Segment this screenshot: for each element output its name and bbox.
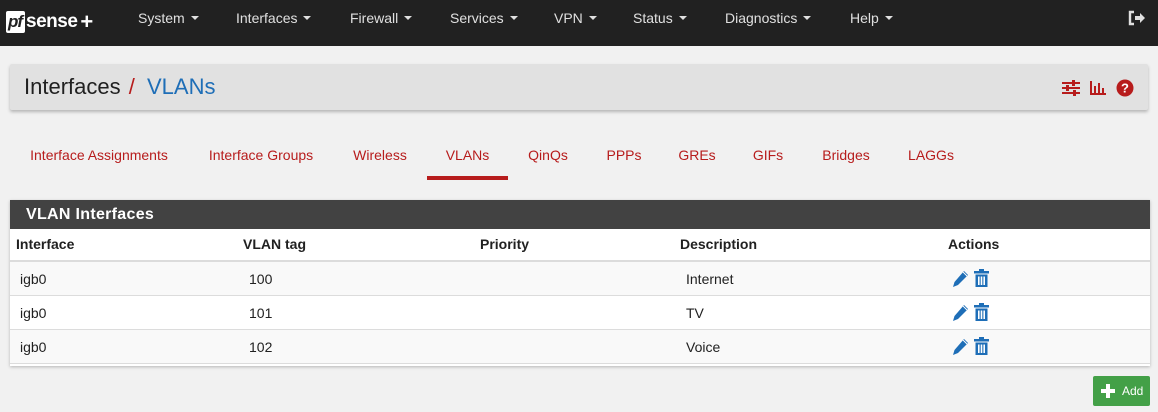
trash-icon[interactable]	[973, 269, 990, 288]
logo-sense: sense	[26, 11, 78, 32]
column-header-vlan-tag: VLAN tag	[243, 236, 306, 252]
nav-menu-vpn[interactable]: VPN	[554, 0, 597, 36]
breadcrumb-page-link[interactable]: VLANs	[147, 74, 215, 99]
nav-menu-label: VPN	[554, 10, 583, 26]
tab-ppps[interactable]: PPPs	[596, 136, 652, 180]
tab-laggs[interactable]: LAGGs	[899, 136, 963, 180]
cell-interface: igb0	[20, 271, 47, 287]
column-header-actions: Actions	[948, 236, 1000, 252]
add-vlan-button[interactable]: Add	[1093, 376, 1150, 406]
table-row[interactable]: igb0 101 TV	[10, 296, 1150, 330]
pfsense-logo[interactable]: pf sense +	[6, 8, 93, 36]
trash-icon[interactable]	[973, 337, 990, 356]
breadcrumb: Interfaces / VLANs	[24, 74, 215, 100]
cell-interface: igb0	[20, 305, 47, 321]
tab-vlans[interactable]: VLANs	[427, 136, 508, 180]
nav-menu-label: System	[138, 10, 185, 26]
cell-vlan-tag: 102	[249, 339, 273, 355]
cell-description: Internet	[686, 271, 734, 287]
tab-interface-groups[interactable]: Interface Groups	[198, 136, 324, 180]
vlan-interfaces-panel: VLAN Interfaces Interface VLAN tag Prior…	[10, 200, 1150, 366]
caret-down-icon	[803, 16, 812, 21]
caret-down-icon	[678, 16, 687, 21]
row-actions	[952, 337, 990, 356]
nav-menu-label: Services	[450, 10, 504, 26]
nav-menu-services[interactable]: Services	[450, 0, 518, 36]
interface-tabs: Interface Assignments Interface Groups W…	[0, 136, 1158, 180]
breadcrumb-panel: Interfaces / VLANs ?	[10, 64, 1148, 110]
nav-menu-diagnostics[interactable]: Diagnostics	[725, 0, 812, 36]
svg-text:?: ?	[1121, 81, 1129, 96]
breadcrumb-icons: ?	[1062, 79, 1134, 97]
question-circle-icon[interactable]: ?	[1116, 79, 1134, 97]
tab-interface-assignments[interactable]: Interface Assignments	[18, 136, 180, 180]
top-navbar: pf sense + System Interfaces Firewall Se…	[0, 0, 1158, 46]
trash-icon[interactable]	[973, 303, 990, 322]
nav-menu-status[interactable]: Status	[633, 0, 687, 36]
caret-down-icon	[884, 16, 893, 21]
panel-title: VLAN Interfaces	[10, 200, 1150, 229]
logo-plus: +	[80, 9, 94, 34]
nav-menu-label: Diagnostics	[725, 10, 798, 26]
sliders-icon[interactable]	[1062, 79, 1080, 97]
bar-chart-icon[interactable]	[1089, 79, 1107, 97]
nav-menu-label: Help	[850, 10, 879, 26]
caret-down-icon	[190, 16, 199, 21]
tab-bridges[interactable]: Bridges	[811, 136, 881, 180]
column-header-description: Description	[680, 236, 758, 252]
caret-down-icon	[509, 16, 518, 21]
caret-down-icon	[303, 16, 312, 21]
nav-menu-firewall[interactable]: Firewall	[350, 0, 413, 36]
column-header-priority: Priority	[480, 236, 530, 252]
nav-menu-label: Interfaces	[236, 10, 298, 26]
table-row[interactable]: igb0 100 Internet	[10, 262, 1150, 296]
cell-vlan-tag: 100	[249, 271, 273, 287]
caret-down-icon	[404, 16, 413, 21]
cell-vlan-tag: 101	[249, 305, 273, 321]
nav-menu-label: Firewall	[350, 10, 399, 26]
sign-out-icon[interactable]	[1128, 10, 1146, 26]
cell-description: TV	[686, 305, 704, 321]
breadcrumb-section: Interfaces	[24, 74, 121, 99]
column-header-interface: Interface	[16, 236, 75, 252]
row-actions	[952, 269, 990, 288]
pencil-icon[interactable]	[952, 337, 969, 356]
plus-icon	[1101, 384, 1115, 398]
logo-pf: pf	[6, 11, 26, 33]
tab-gres[interactable]: GREs	[670, 136, 724, 180]
row-actions	[952, 303, 990, 322]
caret-down-icon	[588, 16, 597, 21]
tab-gifs[interactable]: GIFs	[743, 136, 793, 180]
pencil-icon[interactable]	[952, 303, 969, 322]
cell-interface: igb0	[20, 339, 47, 355]
table-row[interactable]: igb0 102 Voice	[10, 330, 1150, 364]
pencil-icon[interactable]	[952, 269, 969, 288]
nav-menu-label: Status	[633, 10, 673, 26]
tab-wireless[interactable]: Wireless	[342, 136, 418, 180]
tab-qinqs[interactable]: QinQs	[518, 136, 578, 180]
nav-menu-system[interactable]: System	[138, 0, 199, 36]
nav-menu-help[interactable]: Help	[850, 0, 893, 36]
nav-menu-interfaces[interactable]: Interfaces	[236, 0, 312, 36]
add-button-label: Add	[1122, 384, 1144, 398]
cell-description: Voice	[686, 339, 721, 355]
breadcrumb-separator: /	[128, 74, 135, 99]
